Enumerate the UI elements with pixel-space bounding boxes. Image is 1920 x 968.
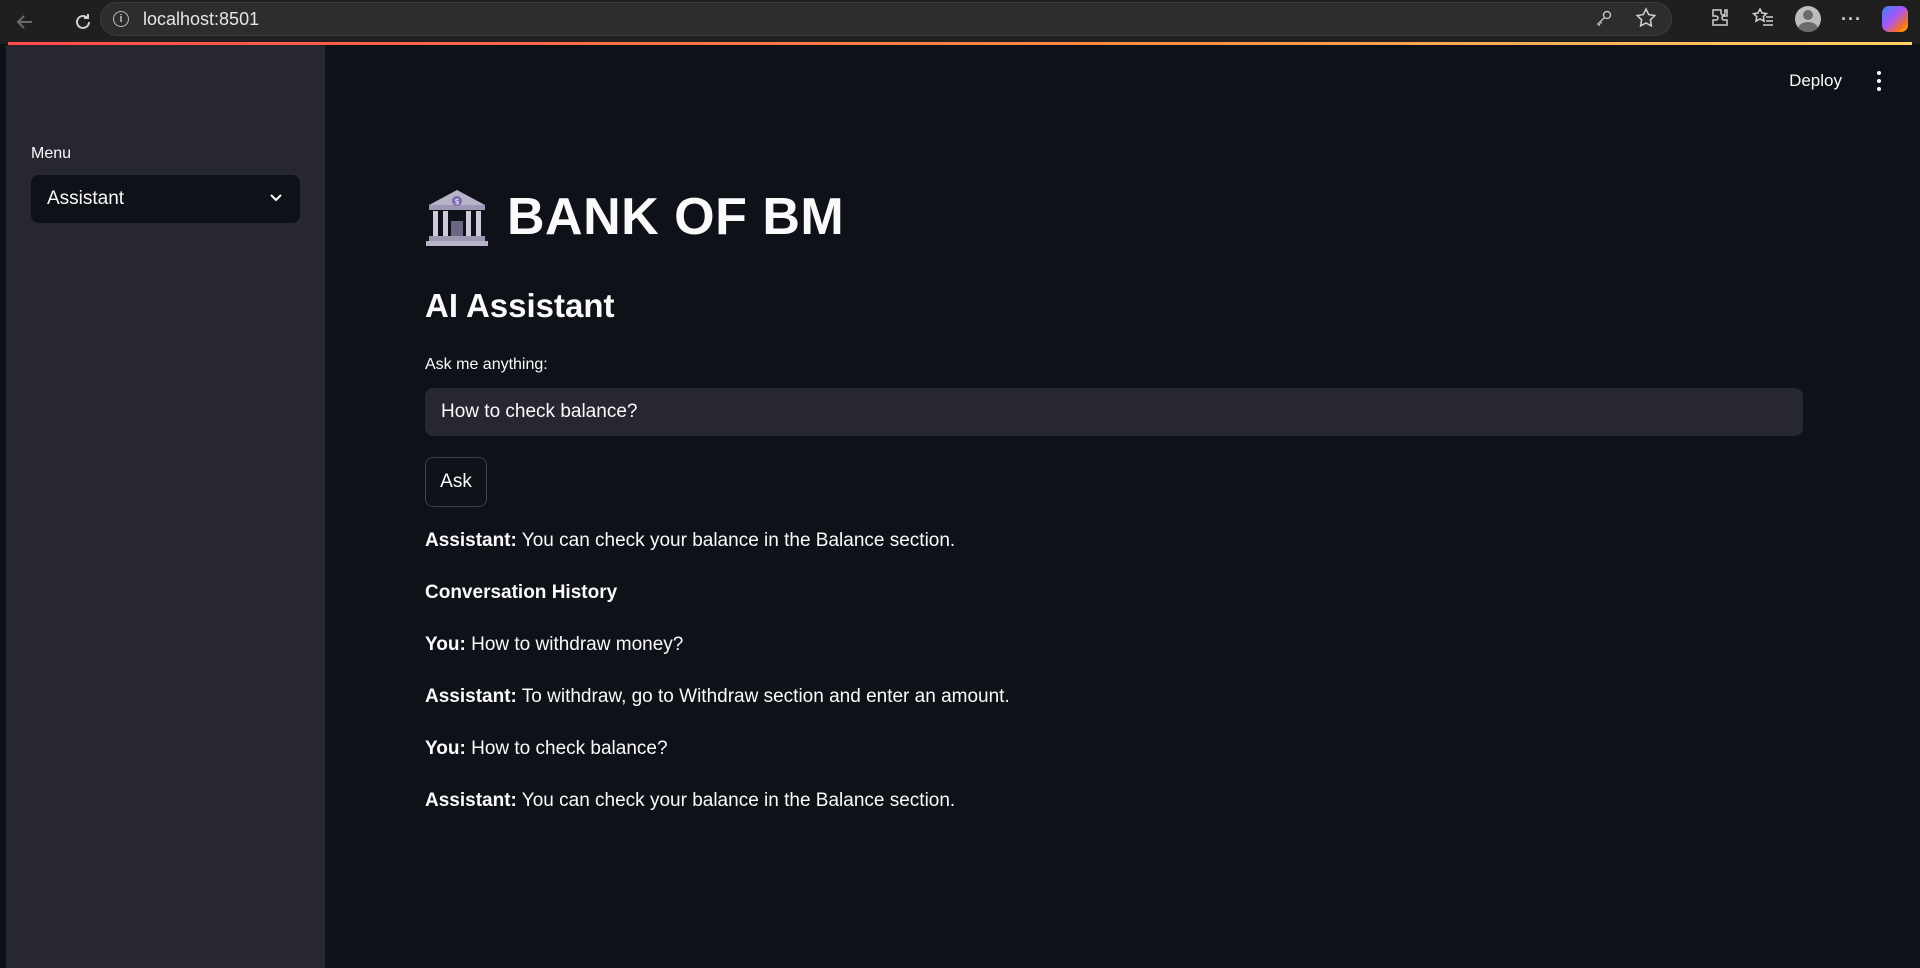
speaker-label: You: xyxy=(425,634,466,655)
main-menu-icon[interactable] xyxy=(1876,71,1882,91)
speaker-label: You: xyxy=(425,738,466,759)
message-text: How to withdraw money? xyxy=(465,634,684,655)
info-icon[interactable]: i xyxy=(113,11,129,27)
history-item: You: How to withdraw money? xyxy=(425,634,683,656)
section-title: AI Assistant xyxy=(425,287,615,324)
chevron-down-icon[interactable] xyxy=(268,189,284,205)
message-text: To withdraw, go to Withdraw section and … xyxy=(516,686,1010,707)
history-item: Assistant: You can check your balance in… xyxy=(425,790,955,812)
assistant-response: Assistant: You can check your balance in… xyxy=(425,530,955,552)
main-area: Deploy $ BANK OF BM AI Assistant Ask me … xyxy=(325,45,1914,968)
speaker-label: Assistant: xyxy=(425,686,517,707)
bank-icon: $ xyxy=(426,190,488,246)
copilot-icon[interactable] xyxy=(1882,6,1908,32)
message-text: You can check your balance in the Balanc… xyxy=(516,530,956,551)
history-heading-text: Conversation History xyxy=(425,582,618,603)
message-text: How to check balance? xyxy=(465,738,668,759)
title-row: $ BANK OF BM xyxy=(425,187,844,247)
star-icon[interactable] xyxy=(1635,6,1657,34)
streamlit-app: Menu Assistant Deploy $ BANK OF BM AI As… xyxy=(6,45,1914,968)
ask-button[interactable]: Ask xyxy=(425,457,487,507)
key-icon[interactable] xyxy=(1595,9,1613,32)
more-icon[interactable]: ··· xyxy=(1841,9,1862,30)
menu-select-value[interactable]: Assistant xyxy=(47,188,124,210)
speaker-label: Assistant: xyxy=(425,530,517,551)
menu-select[interactable]: Assistant xyxy=(31,175,300,223)
back-icon[interactable] xyxy=(10,7,40,37)
extensions-icon[interactable] xyxy=(1709,6,1731,33)
history-heading: Conversation History xyxy=(425,582,617,604)
address-bar[interactable]: i localhost:8501 xyxy=(100,2,1672,36)
speaker-label: Assistant: xyxy=(425,790,517,811)
history-item: Assistant: To withdraw, go to Withdraw s… xyxy=(425,686,1010,708)
message-text: You can check your balance in the Balanc… xyxy=(516,790,956,811)
deploy-button[interactable]: Deploy xyxy=(1789,71,1842,91)
history-item: You: How to check balance? xyxy=(425,738,668,760)
url-text[interactable]: localhost:8501 xyxy=(143,9,259,30)
page-title: BANK OF BM xyxy=(507,188,845,246)
favorites-icon[interactable] xyxy=(1751,6,1775,33)
menu-label: Menu xyxy=(31,145,72,162)
input-label: Ask me anything: xyxy=(425,356,548,373)
question-input[interactable] xyxy=(425,388,1803,436)
sidebar: Menu Assistant xyxy=(6,45,325,968)
svg-text:$: $ xyxy=(454,197,459,206)
reload-icon[interactable] xyxy=(68,7,98,37)
browser-toolbar: i localhost:8501 ··· xyxy=(0,0,1920,44)
profile-icon[interactable] xyxy=(1795,6,1822,32)
